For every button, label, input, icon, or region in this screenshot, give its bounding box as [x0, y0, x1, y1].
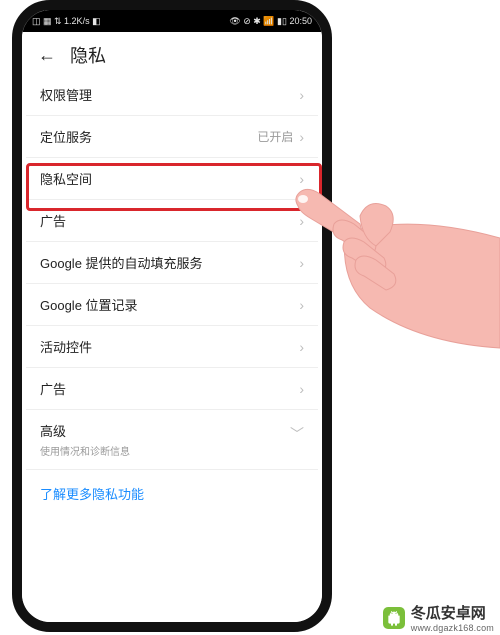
- watermark: 冬瓜安卓网 www.dgazk168.com: [383, 602, 494, 633]
- back-icon[interactable]: ←: [38, 46, 56, 64]
- chevron-right-icon: ›: [299, 213, 304, 229]
- chevron-right-icon: ›: [299, 381, 304, 397]
- row-subtitle: 使用情况和诊断信息: [40, 443, 304, 458]
- row-value: 已开启: [257, 128, 293, 145]
- setting-row-advanced[interactable]: 高级 使用情况和诊断信息 ﹀: [26, 410, 318, 470]
- android-icon: [383, 607, 405, 629]
- screen: ◫ ▦ ⇅ 1.2K/s ◧ 👁 ⊘ ✱ 📶 ▮▯ 20:50 ← 隐私 权限管…: [22, 10, 322, 622]
- chevron-right-icon: ›: [299, 129, 304, 145]
- row-label: Google 提供的自动填充服务: [40, 253, 299, 272]
- setting-row-ads[interactable]: 广告 ›: [26, 200, 318, 242]
- status-right: 👁 ⊘ ✱ 📶 ▮▯ 20:50: [229, 16, 312, 27]
- row-label: 广告: [40, 211, 299, 230]
- learn-more-link[interactable]: 了解更多隐私功能: [26, 470, 318, 514]
- setting-row-google-autofill[interactable]: Google 提供的自动填充服务 ›: [26, 242, 318, 284]
- page-title: 隐私: [70, 42, 106, 68]
- chevron-right-icon: ›: [299, 339, 304, 355]
- row-label: Google 位置记录: [40, 295, 299, 314]
- chevron-down-icon: ﹀: [290, 424, 304, 444]
- row-label: 活动控件: [40, 337, 299, 356]
- setting-row-ads-2[interactable]: 广告 ›: [26, 368, 318, 410]
- header: ← 隐私: [22, 32, 322, 74]
- phone-frame: ◫ ▦ ⇅ 1.2K/s ◧ 👁 ⊘ ✱ 📶 ▮▯ 20:50 ← 隐私 权限管…: [12, 0, 332, 632]
- row-label: 广告: [40, 379, 299, 398]
- row-label: 高级: [40, 421, 304, 440]
- status-bar: ◫ ▦ ⇅ 1.2K/s ◧ 👁 ⊘ ✱ 📶 ▮▯ 20:50: [22, 10, 322, 32]
- watermark-url: www.dgazk168.com: [411, 623, 494, 633]
- setting-row-google-location-history[interactable]: Google 位置记录 ›: [26, 284, 318, 326]
- status-left: ◫ ▦ ⇅ 1.2K/s ◧: [32, 16, 101, 27]
- row-label: 了解更多隐私功能: [40, 484, 304, 503]
- chevron-right-icon: ›: [299, 87, 304, 103]
- chevron-right-icon: ›: [299, 171, 304, 187]
- row-label: 定位服务: [40, 127, 257, 146]
- watermark-name: 冬瓜安卓网: [411, 602, 494, 623]
- row-label: 隐私空间: [40, 169, 299, 188]
- row-label: 权限管理: [40, 85, 299, 104]
- setting-row-activity-widgets[interactable]: 活动控件 ›: [26, 326, 318, 368]
- watermark-text: 冬瓜安卓网 www.dgazk168.com: [411, 602, 494, 633]
- settings-list: 权限管理 › 定位服务 已开启 › 隐私空间 › 广告 › Google 提供的…: [22, 74, 322, 622]
- chevron-right-icon: ›: [299, 297, 304, 313]
- setting-row-permissions[interactable]: 权限管理 ›: [26, 74, 318, 116]
- chevron-right-icon: ›: [299, 255, 304, 271]
- setting-row-location[interactable]: 定位服务 已开启 ›: [26, 116, 318, 158]
- setting-row-private-space[interactable]: 隐私空间 ›: [26, 158, 318, 200]
